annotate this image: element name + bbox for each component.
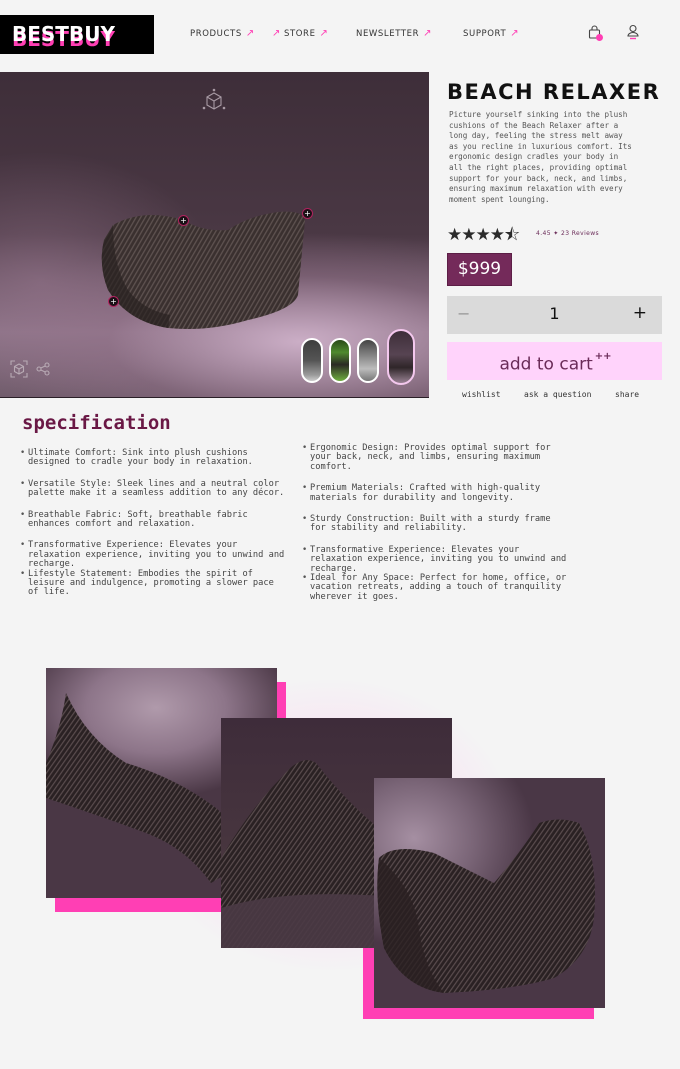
user-icon [627, 24, 639, 40]
add-to-cart-label: add to cart [499, 354, 593, 375]
rating-stars: ★★★★⯪ [447, 225, 520, 245]
variant-thumbnail-light-gray[interactable] [357, 338, 379, 383]
product-3d-viewer[interactable]: + + + [0, 72, 429, 398]
plus-icon: + [180, 216, 187, 225]
price-tag: $999 [447, 253, 512, 286]
arrow-up-right-icon: ↗ [423, 28, 433, 39]
spec-list-right: Ergonomic Design: Provides optimal suppo… [302, 443, 567, 602]
cart-button[interactable] [588, 24, 604, 42]
spec-item: Breathable Fabric: Soft, breathable fabr… [20, 510, 285, 530]
rating-summary[interactable]: 4.45 ✦ 23 Reviews [536, 230, 599, 237]
share-link[interactable]: share [615, 390, 639, 399]
hotspot-button[interactable]: + [178, 215, 189, 226]
add-to-cart-button[interactable]: add to cart ++ [447, 342, 662, 380]
share-icon[interactable] [36, 362, 50, 376]
nav-newsletter[interactable]: NEWSLETTER ↗ [356, 28, 432, 39]
quantity-stepper: − 1 + [447, 296, 662, 334]
variant-thumbnail-gray[interactable] [301, 338, 323, 383]
cart-count-badge [596, 34, 603, 41]
logo-text: BESTBUY [12, 22, 115, 46]
chair-full-view-image [377, 819, 595, 993]
arrow-up-right-icon: ↗ [272, 28, 281, 39]
nav-store[interactable]: ↗ STORE ↗ [272, 28, 329, 39]
hotspot-button[interactable]: + [108, 296, 119, 307]
spec-item: Premium Materials: Crafted with high-qua… [302, 484, 567, 503]
spec-item: Lifestyle Statement: Embodies the spirit… [20, 569, 285, 598]
ask-question-link[interactable]: ask a question [524, 390, 591, 399]
nav-label: NEWSLETTER [356, 29, 420, 39]
plus-plus-icon: ++ [594, 351, 612, 362]
spec-item: Ideal for Any Space: Perfect for home, o… [302, 573, 567, 602]
product-image-chair [101, 211, 305, 329]
variant-thumbnail-mauve[interactable] [387, 329, 415, 385]
ar-view-icon[interactable] [10, 360, 28, 378]
nav-label: SUPPORT [463, 29, 507, 39]
nav-support[interactable]: SUPPORT ↗ [463, 28, 519, 39]
nav-label: STORE [283, 29, 316, 39]
wishlist-link[interactable]: wishlist [462, 390, 501, 399]
plus-icon: + [110, 297, 117, 306]
spec-list-left: Ultimate Comfort: Sink into plush cushio… [20, 448, 285, 598]
plus-icon: + [304, 209, 311, 218]
arrow-up-right-icon: ↗ [245, 28, 255, 39]
spec-item: Transformative Experience: Elevates your… [302, 545, 567, 574]
spec-item: Versatile Style: Sleek lines and a neutr… [20, 479, 285, 499]
increase-quantity-button[interactable]: + [633, 303, 647, 323]
variant-thumbnail-green[interactable] [329, 338, 351, 383]
account-button[interactable] [626, 24, 640, 44]
product-title: BEACH RELAXER [447, 80, 661, 104]
spec-item: Ergonomic Design: Provides optimal suppo… [302, 443, 567, 472]
3d-cube-icon[interactable] [201, 88, 227, 112]
logo[interactable]: BESTBUY BESTBUY [0, 15, 154, 54]
specification-heading: specification [22, 412, 171, 434]
spec-item: Sturdy Construction: Built with a sturdy… [302, 514, 567, 534]
arrow-up-right-icon: ↗ [319, 28, 329, 39]
spec-item: Ultimate Comfort: Sink into plush cushio… [20, 448, 285, 468]
nav-products[interactable]: PRODUCTS ↗ [190, 28, 255, 39]
hotspot-button[interactable]: + [302, 208, 313, 219]
nav-label: PRODUCTS [190, 29, 242, 39]
gallery-image-full[interactable] [374, 778, 605, 1008]
product-description: Picture yourself sinking into the plush … [449, 110, 632, 204]
spec-item: Transformative Experience: Elevates your… [20, 541, 285, 569]
quantity-value[interactable]: 1 [447, 304, 662, 323]
arrow-up-right-icon: ↗ [510, 28, 520, 39]
